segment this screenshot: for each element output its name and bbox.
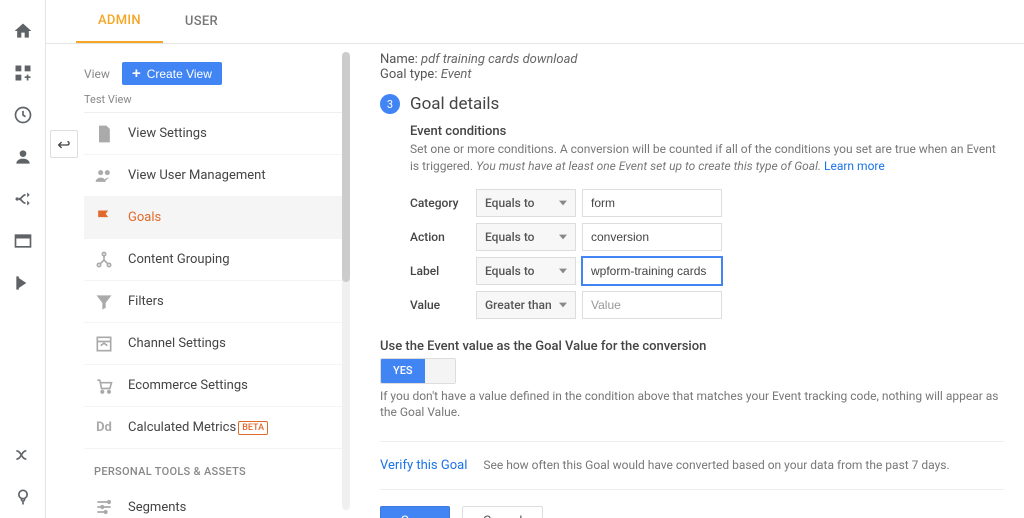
cond-value-label[interactable] — [582, 257, 722, 285]
menu-goals[interactable]: Goals — [84, 197, 342, 239]
view-sidebar: View +Create View Test View ↩ View Setti… — [46, 44, 342, 518]
use-event-value-note: If you don't have a value defined in the… — [380, 388, 1004, 422]
use-event-value-label: Use the Event value as the Goal Value fo… — [380, 339, 1004, 354]
tab-user[interactable]: USER — [163, 0, 240, 43]
cond-value-action[interactable] — [582, 223, 722, 251]
discover-icon[interactable] — [13, 487, 33, 507]
menu-calculated-metrics[interactable]: DdCalculated Metrics BETA — [84, 407, 342, 449]
menu-ecommerce-settings[interactable]: Ecommerce Settings — [84, 365, 342, 407]
realtime-icon[interactable] — [13, 105, 33, 125]
save-button[interactable]: Save — [380, 506, 450, 518]
step-title: Goal details — [410, 94, 499, 114]
menu-channel-settings[interactable]: Channel Settings — [84, 323, 342, 365]
goal-summary: Name: pdf training cards download Goal t… — [380, 52, 1004, 82]
menu-view-user-management[interactable]: View User Management — [84, 155, 342, 197]
cond-label-category: Category — [410, 196, 470, 210]
home-icon[interactable] — [13, 21, 33, 41]
cond-op-value[interactable]: Greater than — [476, 291, 576, 319]
page-icon — [94, 124, 114, 144]
menu-content-grouping[interactable]: Content Grouping — [84, 239, 342, 281]
cond-label-action: Action — [410, 230, 470, 244]
tab-admin[interactable]: ADMIN — [76, 0, 163, 43]
behavior-icon[interactable] — [13, 231, 33, 251]
left-icon-rail — [0, 0, 46, 518]
customization-icon[interactable] — [13, 63, 33, 83]
event-conditions-desc: Set one or more conditions. A conversion… — [410, 141, 1004, 175]
back-button[interactable]: ↩ — [50, 130, 78, 158]
beta-badge: BETA — [238, 421, 268, 435]
segments-icon — [94, 497, 114, 517]
cond-value-category[interactable] — [582, 189, 722, 217]
people-icon — [94, 166, 114, 186]
cond-label-value: Value — [410, 298, 470, 312]
menu-segments[interactable]: Segments — [84, 486, 342, 518]
learn-more-link[interactable]: Learn more — [824, 159, 885, 173]
grouping-icon — [94, 250, 114, 270]
cond-op-label[interactable]: Equals to — [476, 257, 576, 285]
acquisition-icon[interactable] — [13, 189, 33, 209]
menu-view-settings[interactable]: View Settings — [84, 113, 342, 155]
conditions-table: Category Equals to Action Equals to Labe… — [410, 189, 1004, 319]
metrics-icon: Dd — [94, 418, 114, 438]
top-tabs: ADMIN USER — [46, 0, 1024, 44]
view-name[interactable]: Test View — [84, 93, 342, 106]
step-number-badge: 3 — [380, 94, 400, 114]
verify-goal-link[interactable]: Verify this Goal — [380, 458, 467, 473]
filter-icon — [94, 292, 114, 312]
cancel-button[interactable]: Cancel — [462, 506, 544, 518]
goal-details-panel: Name: pdf training cards download Goal t… — [350, 44, 1024, 518]
cond-op-action[interactable]: Equals to — [476, 223, 576, 251]
audience-icon[interactable] — [13, 147, 33, 167]
event-conditions-header: Event conditions — [410, 124, 1004, 139]
verify-goal-desc: See how often this Goal would have conve… — [483, 458, 949, 472]
cond-value-value[interactable] — [582, 291, 722, 319]
cart-icon — [94, 376, 114, 396]
channel-icon — [94, 334, 114, 354]
scroll-indicator[interactable] — [342, 52, 350, 510]
create-view-button[interactable]: +Create View — [122, 62, 222, 85]
section-personal-tools: PERSONAL TOOLS & ASSETS — [84, 449, 342, 486]
conversions-icon[interactable] — [13, 273, 33, 293]
flag-icon — [94, 208, 114, 228]
view-label: View — [84, 67, 110, 81]
use-event-value-toggle[interactable]: YES — [380, 358, 456, 384]
attribution-icon[interactable] — [13, 445, 33, 465]
cond-label-label: Label — [410, 264, 470, 278]
cond-op-category[interactable]: Equals to — [476, 189, 576, 217]
plus-icon: + — [132, 66, 141, 81]
menu-filters[interactable]: Filters — [84, 281, 342, 323]
